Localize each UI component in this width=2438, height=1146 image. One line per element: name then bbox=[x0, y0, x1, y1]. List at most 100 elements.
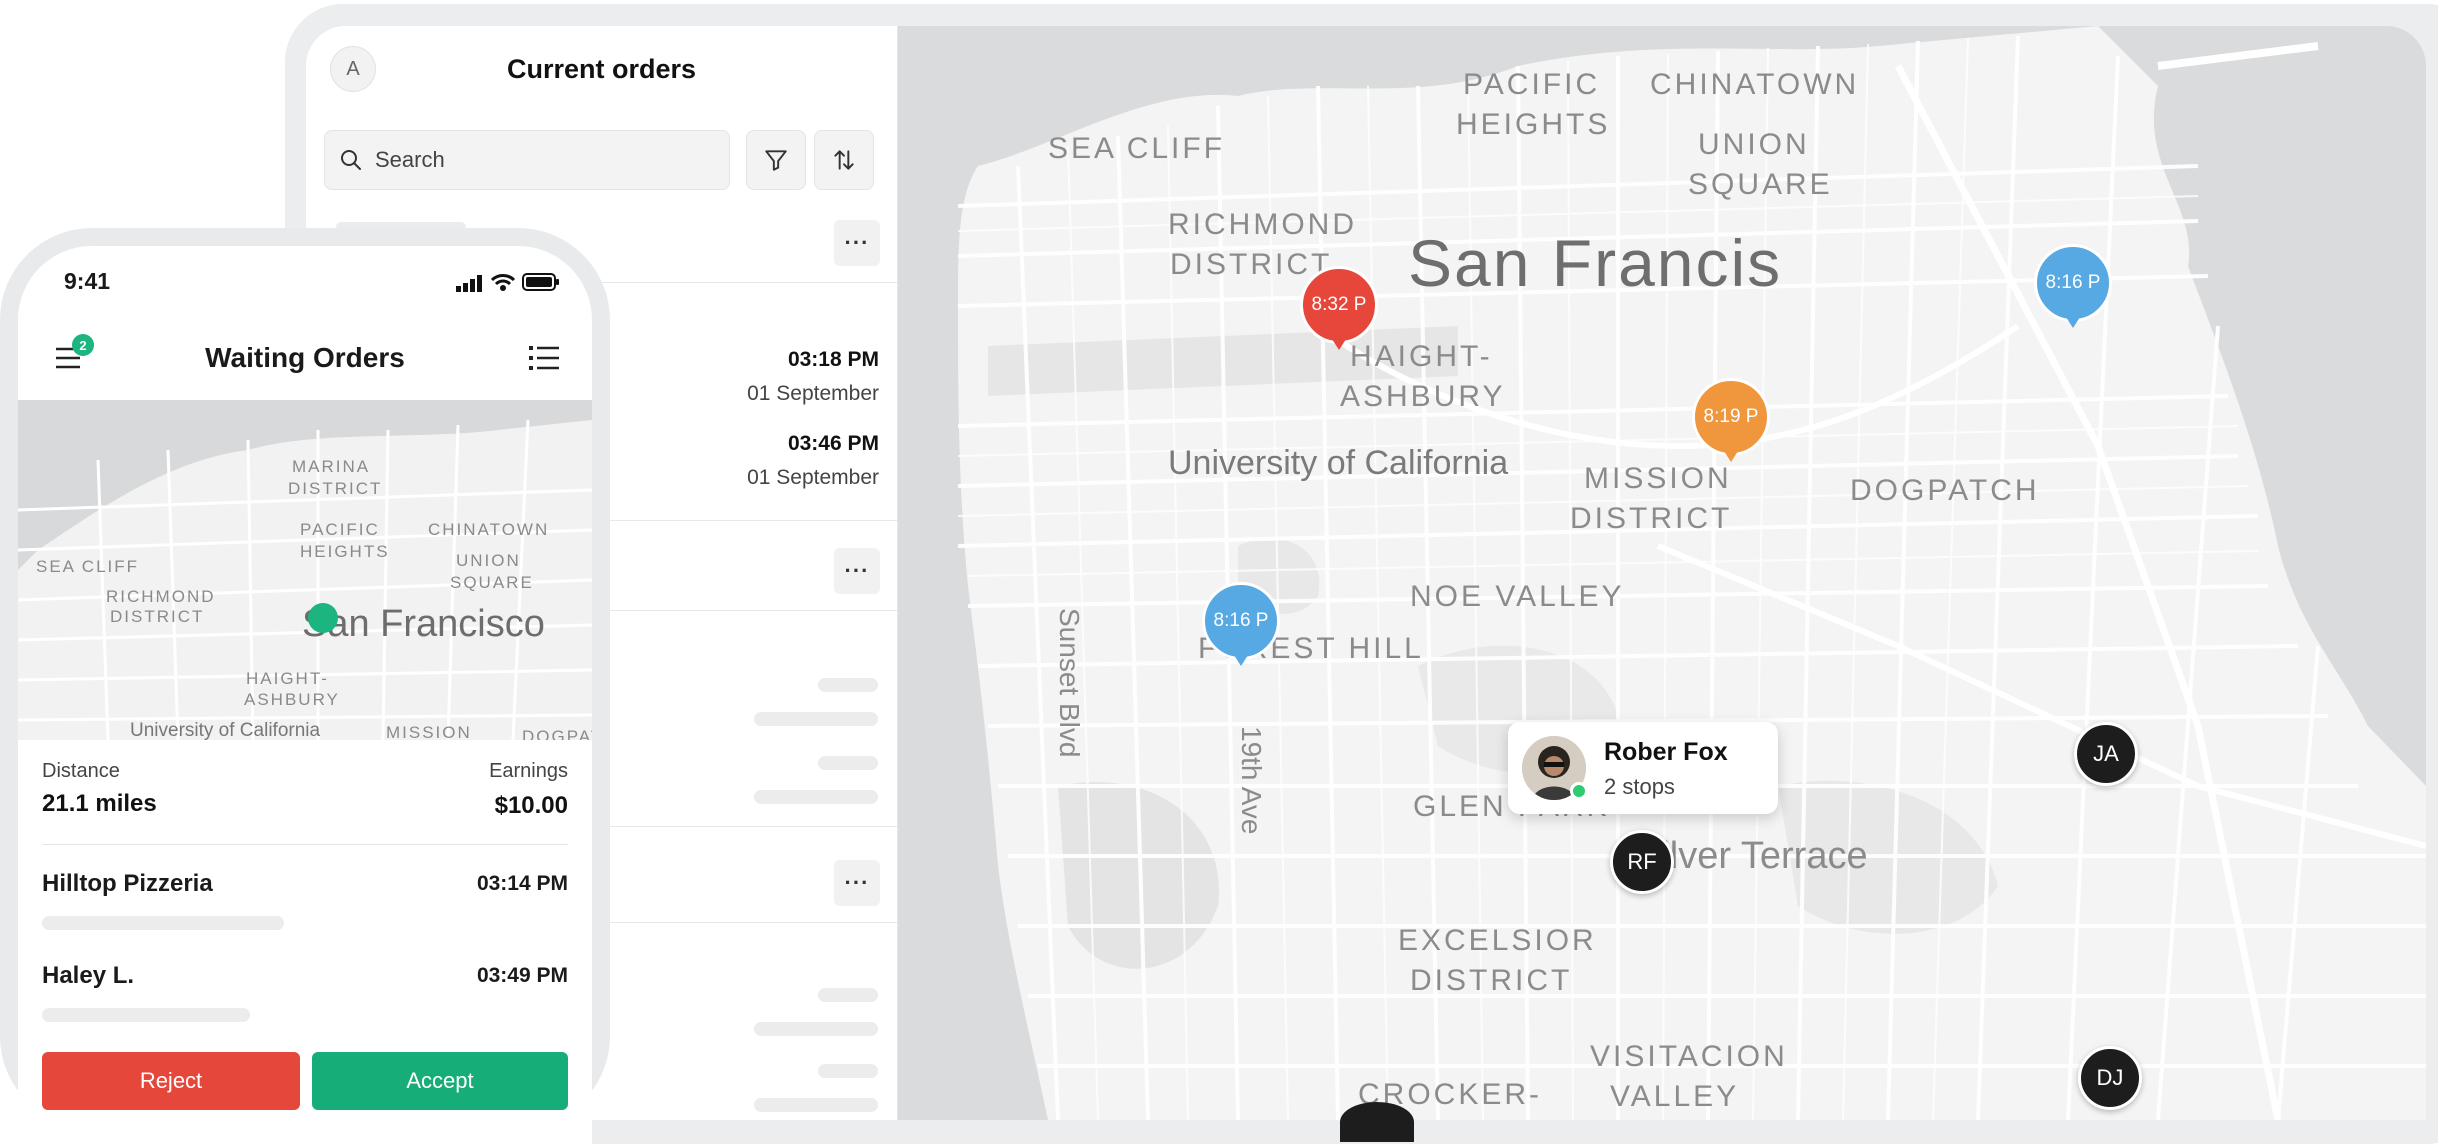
driver-name: Rober Fox bbox=[1604, 738, 1728, 766]
driver-stops: 2 stops bbox=[1604, 774, 1675, 799]
map-street-label: 19th Ave bbox=[1236, 726, 1267, 834]
search-input[interactable]: Search bbox=[324, 130, 730, 190]
order-date: 01 September bbox=[747, 466, 879, 489]
stop-name: Hilltop Pizzeria bbox=[42, 870, 213, 897]
tablet-screen: A Current orders Search ··· 03:18 PM 01 … bbox=[306, 26, 2426, 1120]
order-time: 03:46 PM bbox=[787, 432, 879, 455]
city-map[interactable]: PACIFIC HEIGHTS CHINATOWN UNION SQUARE S… bbox=[898, 26, 2426, 1120]
list-view-icon[interactable] bbox=[528, 344, 560, 372]
map-label: PACIFIC bbox=[1463, 68, 1600, 101]
driver-marker[interactable]: DJ bbox=[2078, 1046, 2142, 1110]
location-dot bbox=[308, 603, 338, 633]
map-label: ASHBURY bbox=[1340, 380, 1506, 413]
map-label: CHINATOWN bbox=[428, 520, 549, 539]
phone-map[interactable]: MARINA DISTRICT PACIFIC HEIGHTS CHINATOW… bbox=[18, 400, 592, 740]
more-button[interactable]: ··· bbox=[834, 860, 880, 906]
skeleton-line bbox=[754, 712, 878, 726]
phone-screen: 9:41 2 Waiting Orders MARINA DISTRICT PA… bbox=[18, 246, 592, 1146]
earnings-value: $10.00 bbox=[494, 792, 568, 819]
map-label: RICHMOND bbox=[1168, 208, 1357, 241]
driver-marker[interactable]: RF bbox=[1610, 830, 1674, 894]
map-label: RICHMOND bbox=[106, 587, 216, 606]
search-icon bbox=[341, 150, 361, 170]
skeleton-line bbox=[818, 678, 878, 692]
skeleton-line bbox=[818, 1064, 878, 1078]
map-label: HAIGHT- bbox=[1350, 340, 1493, 373]
status-bar: 9:41 bbox=[18, 246, 592, 316]
reject-button[interactable]: Reject bbox=[42, 1052, 300, 1110]
pin-tail bbox=[1232, 652, 1250, 666]
skeleton-line bbox=[754, 1022, 878, 1036]
stop-time: 03:49 PM bbox=[476, 964, 568, 987]
skeleton-line bbox=[754, 1098, 878, 1112]
map-label: DOGPAT bbox=[522, 727, 592, 740]
map-label: NOE VALLEY bbox=[1410, 580, 1625, 613]
online-status-dot bbox=[1570, 782, 1588, 800]
map-label: MISSION bbox=[1584, 462, 1732, 495]
accept-button[interactable]: Accept bbox=[312, 1052, 568, 1110]
driver-marker-partial bbox=[1340, 1102, 1414, 1142]
map-label: HAIGHT- bbox=[246, 669, 329, 688]
skeleton-line bbox=[818, 756, 878, 770]
phone-map-city-label: San Francisco bbox=[302, 603, 545, 645]
wifi-icon bbox=[490, 274, 516, 291]
divider bbox=[42, 844, 568, 845]
order-time-pickup: 03:18 PM 01 September bbox=[747, 348, 879, 406]
status-clock: 9:41 bbox=[64, 268, 111, 294]
pin-tail bbox=[1330, 336, 1348, 350]
driver-card[interactable]: Rober Fox 2 stops bbox=[1508, 722, 1778, 814]
page-title: Current orders bbox=[506, 54, 697, 84]
filter-icon bbox=[765, 150, 787, 171]
map-label: HEIGHTS bbox=[1456, 108, 1610, 141]
phone-title: Waiting Orders bbox=[205, 342, 405, 373]
order-pin[interactable]: 8:16 P bbox=[1202, 582, 1280, 666]
skeleton-line bbox=[42, 916, 284, 930]
pin-tail bbox=[1722, 448, 1740, 462]
order-pin[interactable]: 8:32 P bbox=[1300, 266, 1378, 350]
order-pin[interactable]: 8:19 P bbox=[1692, 378, 1770, 462]
map-label: MISSION bbox=[386, 723, 472, 740]
pin-bubble: 8:19 P bbox=[1692, 378, 1770, 456]
map-city-label: San Francis bbox=[1408, 226, 1782, 300]
map-label: DISTRICT bbox=[110, 607, 204, 626]
map-label: UNION bbox=[456, 551, 521, 570]
map-label: SQUARE bbox=[1688, 168, 1833, 201]
pin-bubble: 8:32 P bbox=[1300, 266, 1378, 344]
pin-tail bbox=[2064, 314, 2082, 328]
map-label: SEA CLIFF bbox=[36, 557, 139, 576]
skeleton-line bbox=[818, 988, 878, 1002]
map-label: MARINA bbox=[292, 457, 370, 476]
map-label: DISTRICT bbox=[288, 479, 382, 498]
map-label: University of California bbox=[130, 720, 320, 740]
map-label: HEIGHTS bbox=[300, 542, 390, 561]
filter-button[interactable] bbox=[746, 130, 806, 190]
map-label: UNION bbox=[1698, 128, 1810, 161]
driver-marker[interactable]: JA bbox=[2074, 722, 2138, 786]
map-label: CHINATOWN bbox=[1650, 68, 1859, 101]
map-label: SEA CLIFF bbox=[1048, 132, 1225, 165]
map-label: PACIFIC bbox=[300, 520, 380, 539]
more-button[interactable]: ··· bbox=[834, 548, 880, 594]
order-time: 03:18 PM bbox=[787, 348, 879, 371]
pin-bubble: 8:16 P bbox=[2034, 244, 2112, 322]
map-label: ASHBURY bbox=[244, 690, 340, 709]
map-label: SQUARE bbox=[450, 573, 534, 592]
map-label: VALLEY bbox=[1610, 1080, 1739, 1113]
skeleton-line bbox=[42, 1008, 250, 1022]
more-button[interactable]: ··· bbox=[834, 220, 880, 266]
distance-label: Distance bbox=[42, 760, 120, 782]
map-label: DISTRICT bbox=[1570, 502, 1732, 535]
sort-icon bbox=[834, 150, 854, 170]
map-label: University of California bbox=[1168, 444, 1508, 482]
search-placeholder: Search bbox=[375, 147, 445, 172]
map-canvas: PACIFIC HEIGHTS CHINATOWN UNION SQUARE S… bbox=[898, 26, 2426, 1120]
battery-icon bbox=[522, 273, 559, 291]
map-label: DOGPATCH bbox=[1850, 474, 2040, 507]
phone-map-canvas: MARINA DISTRICT PACIFIC HEIGHTS CHINATOW… bbox=[18, 400, 592, 740]
order-pin[interactable]: 8:16 P bbox=[2034, 244, 2112, 328]
earnings-label: Earnings bbox=[489, 760, 568, 782]
skeleton-line bbox=[754, 790, 878, 804]
stop-name: Haley L. bbox=[42, 962, 135, 989]
map-street-label: Sunset Blvd bbox=[1054, 608, 1085, 757]
sort-button[interactable] bbox=[814, 130, 874, 190]
